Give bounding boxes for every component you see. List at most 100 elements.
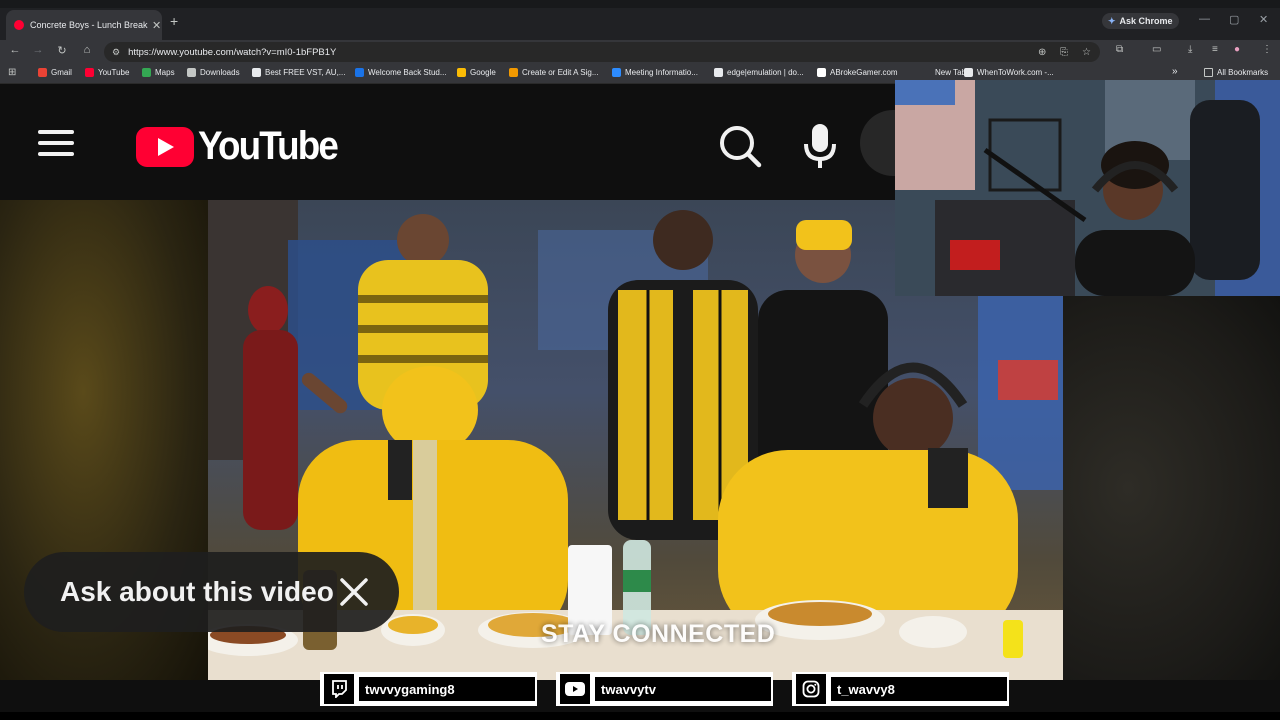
video-ambient-right [1063,296,1280,680]
download-icon[interactable]: ⤓ [1188,44,1192,55]
youtube-play-logo-icon [136,126,194,167]
maximize-icon[interactable]: ▢ [1229,13,1239,26]
bookmark-item[interactable]: Google [457,68,496,77]
social-link-youtube[interactable]: twavvytv [556,672,773,706]
menu-bar-1 [38,130,74,134]
bookmark-label: YouTube [98,68,130,77]
window-close-icon[interactable]: ✕ [1259,13,1268,26]
twitch-handle: twvvygaming8 [357,675,537,703]
new-tab-button[interactable]: + [170,13,178,29]
menu-bar-3 [38,152,74,156]
screen: Concrete Boys - Lunch Break Fr ✕ + ✦ Ask… [0,0,1280,720]
chrome-menu-icon[interactable]: ⋮ [1262,44,1272,55]
webcam-frame-illustration [895,80,1280,296]
bookmark-item[interactable]: Maps [142,68,175,77]
url-input[interactable] [128,46,729,58]
microphone-icon[interactable] [803,122,837,170]
stay-connected-text: STAY CONNECTED [541,620,776,648]
bookmark-item[interactable]: edge|emulation | do... [714,68,804,77]
bookmark-favicon-icon [85,68,94,77]
bookmark-favicon-icon [964,68,973,77]
bookmark-item[interactable]: Downloads [187,68,240,77]
sparkle-icon: ✦ [1108,15,1116,26]
ask-about-video-pill[interactable]: Ask about this video [24,552,399,632]
bookmark-label: New Tab [935,68,966,77]
bookmark-favicon-icon [142,68,151,77]
social-link-instagram[interactable]: t_wavvy8 [792,672,1009,706]
address-bar[interactable]: ⚙ ⊕ ⎘ ☆ [104,42,1100,62]
bookmark-label: Best FREE VST, AU,... [265,68,346,77]
bookmark-label: WhenToWork.com -... [977,68,1054,77]
bookmark-favicon-icon [509,68,518,77]
bookmark-favicon-icon [38,68,47,77]
tab-title: Concrete Boys - Lunch Break Fr [30,20,148,30]
bookmark-item[interactable]: Best FREE VST, AU,... [252,68,345,77]
search-icon[interactable] [718,124,762,168]
bookmark-label: Meeting Informatio... [625,68,698,77]
bookmark-item[interactable]: New Tab [922,68,966,77]
close-icon[interactable] [336,574,372,610]
social-link-twitch[interactable]: twvvygaming8 [320,672,537,706]
bookmark-favicon-icon [457,68,466,77]
bookmark-label: Welcome Back Stud... [368,68,447,77]
youtube-icon-box [560,674,590,704]
profile-avatar-icon[interactable]: ● [1234,44,1240,55]
bookmark-favicon-icon [187,68,196,77]
ask-chrome-label: Ask Chrome [1119,16,1173,26]
menu-bar-2 [38,141,74,145]
youtube-favicon-icon [14,20,24,30]
ask-chrome-button[interactable]: ✦ Ask Chrome [1102,13,1179,29]
youtube-handle: twavvytv [593,675,773,703]
bookmark-label: Downloads [200,68,240,77]
bookmark-label: Maps [155,68,175,77]
streamer-webcam [895,80,1280,296]
twitch-icon-box [324,674,354,704]
ask-about-video-label: Ask about this video [60,576,334,607]
bookmark-item[interactable]: Gmail [38,68,72,77]
install-app-icon[interactable]: ⎘ [1060,47,1068,58]
forward-icon[interactable]: → [31,44,45,56]
bookmark-item[interactable]: YouTube [85,68,129,77]
bookmark-favicon-icon [355,68,364,77]
media-control-icon[interactable]: ≡ [1212,44,1218,55]
youtube-logo[interactable]: YouTube [136,124,349,169]
instagram-icon [802,680,820,698]
bookmark-item[interactable]: Welcome Back Stud... [355,68,447,77]
youtube-icon [565,682,585,696]
bookmark-label: Create or Edit A Sig... [522,68,599,77]
bottom-strip [0,712,1280,720]
zoom-icon[interactable]: ⊕ [1038,47,1046,58]
reload-icon[interactable]: ↻ [55,44,69,57]
minimize-icon[interactable]: — [1199,13,1210,25]
apps-grid-icon[interactable]: ⊞ [8,67,16,78]
bookmark-label: Google [470,68,496,77]
bookmark-favicon-icon [714,68,723,77]
tab-strip-edge [0,0,1280,8]
browser-tab-active[interactable]: Concrete Boys - Lunch Break Fr ✕ [6,10,162,40]
bookmark-item[interactable]: ABrokeGamer.com [817,68,898,77]
tab-close-icon[interactable]: ✕ [152,19,161,32]
extensions-icon[interactable]: ⧉ [1116,44,1123,55]
bookmark-favicon-icon [612,68,621,77]
bookmark-label: ABrokeGamer.com [830,68,898,77]
tab-search-icon[interactable]: ▭ [1152,44,1161,55]
back-icon[interactable]: ← [8,44,22,56]
home-icon[interactable]: ⌂ [80,44,94,56]
chrome-tab-strip: Concrete Boys - Lunch Break Fr ✕ + ✦ Ask… [0,0,1280,40]
bookmark-item[interactable]: Create or Edit A Sig... [509,68,598,77]
more-bookmarks-icon[interactable]: » [1172,66,1178,77]
chrome-toolbar: ← → ↻ ⌂ ⚙ ⊕ ⎘ ☆ [0,40,1280,64]
all-bookmarks-folder[interactable]: All Bookmarks [1204,68,1268,77]
guide-menu-icon[interactable] [38,130,74,156]
all-bookmarks-label: All Bookmarks [1217,68,1269,77]
youtube-logo-text: YouTube [198,124,339,168]
bookmark-favicon-icon [252,68,261,77]
bookmark-item[interactable]: Meeting Informatio... [612,68,698,77]
bookmark-star-icon[interactable]: ☆ [1082,47,1091,58]
site-info-icon[interactable]: ⚙ [112,47,120,58]
folder-icon [1204,68,1213,77]
bookmark-favicon-icon [922,68,931,77]
instagram-icon-box [796,674,826,704]
bookmark-item[interactable]: WhenToWork.com -... [964,68,1054,77]
instagram-handle: t_wavvy8 [829,675,1009,703]
